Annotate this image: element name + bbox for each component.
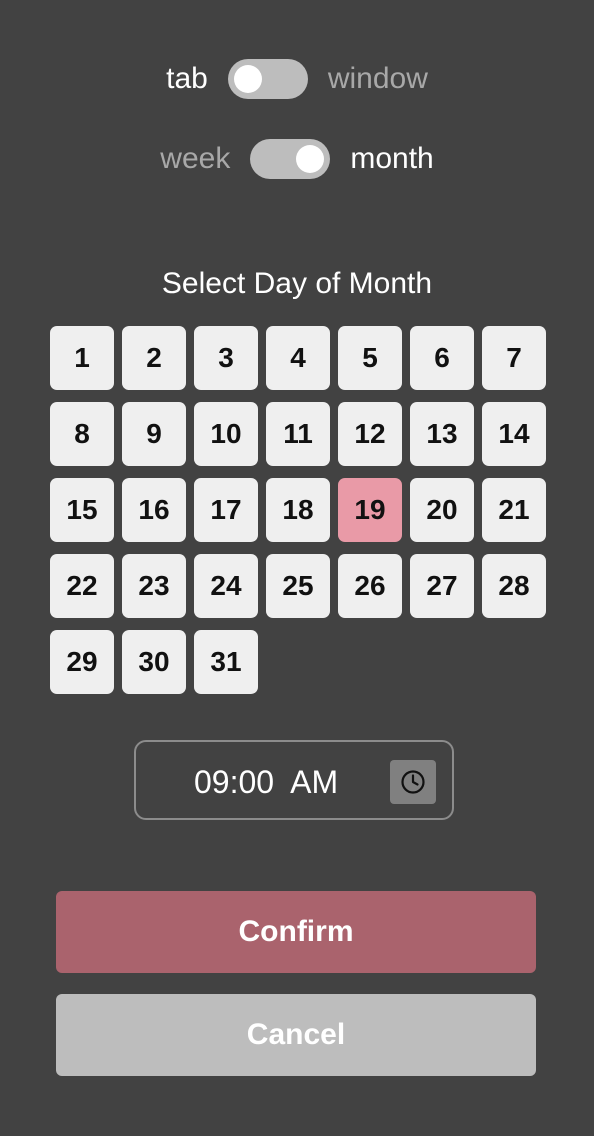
day-button-11[interactable]: 11 (266, 402, 330, 466)
time-input[interactable]: 09:00 AM (134, 740, 454, 820)
confirm-button[interactable]: Confirm (56, 891, 536, 973)
day-button-13[interactable]: 13 (410, 402, 474, 466)
week-label: week (160, 142, 231, 175)
day-button-28[interactable]: 28 (482, 554, 546, 618)
day-button-26[interactable]: 26 (338, 554, 402, 618)
day-grid: 1 2 3 4 5 6 7 8 9 10 11 12 13 14 15 16 17 18 19 20 21 22 23 24 2… (50, 326, 546, 694)
switch-knob (233, 65, 262, 93)
day-button-7[interactable]: 7 (482, 326, 546, 390)
day-button-30[interactable]: 30 (122, 630, 186, 694)
day-button-9[interactable]: 9 (122, 402, 186, 466)
cancel-button[interactable]: Cancel (56, 994, 536, 1076)
clock-button[interactable] (390, 760, 436, 804)
day-button-12[interactable]: 12 (338, 402, 402, 466)
time-value[interactable]: 09:00 AM (194, 742, 338, 818)
day-button-15[interactable]: 15 (50, 478, 114, 542)
day-button-14[interactable]: 14 (482, 402, 546, 466)
day-button-18[interactable]: 18 (266, 478, 330, 542)
day-button-19[interactable]: 19 (338, 478, 402, 542)
period-toggle-row: week month (0, 138, 594, 180)
day-button-23[interactable]: 23 (122, 554, 186, 618)
day-button-20[interactable]: 20 (410, 478, 474, 542)
day-button-16[interactable]: 16 (122, 478, 186, 542)
tab-window-switch[interactable] (227, 59, 308, 99)
day-button-22[interactable]: 22 (50, 554, 114, 618)
week-month-switch[interactable] (250, 139, 331, 179)
day-button-31[interactable]: 31 (194, 630, 258, 694)
day-button-21[interactable]: 21 (482, 478, 546, 542)
day-button-10[interactable]: 10 (194, 402, 258, 466)
tab-label: tab (166, 62, 208, 95)
day-button-25[interactable]: 25 (266, 554, 330, 618)
day-button-5[interactable]: 5 (338, 326, 402, 390)
month-label: month (350, 142, 434, 175)
section-title: Select Day of Month (161, 267, 433, 300)
day-button-8[interactable]: 8 (50, 402, 114, 466)
switch-knob (296, 145, 325, 173)
day-button-17[interactable]: 17 (194, 478, 258, 542)
day-button-3[interactable]: 3 (194, 326, 258, 390)
day-button-27[interactable]: 27 (410, 554, 474, 618)
day-button-6[interactable]: 6 (410, 326, 474, 390)
target-toggle-row: tab window (0, 58, 594, 100)
day-button-4[interactable]: 4 (266, 326, 330, 390)
day-button-29[interactable]: 29 (50, 630, 114, 694)
day-button-24[interactable]: 24 (194, 554, 258, 618)
day-button-1[interactable]: 1 (50, 326, 114, 390)
clock-icon (401, 770, 425, 794)
window-label: window (327, 62, 428, 95)
day-button-2[interactable]: 2 (122, 326, 186, 390)
